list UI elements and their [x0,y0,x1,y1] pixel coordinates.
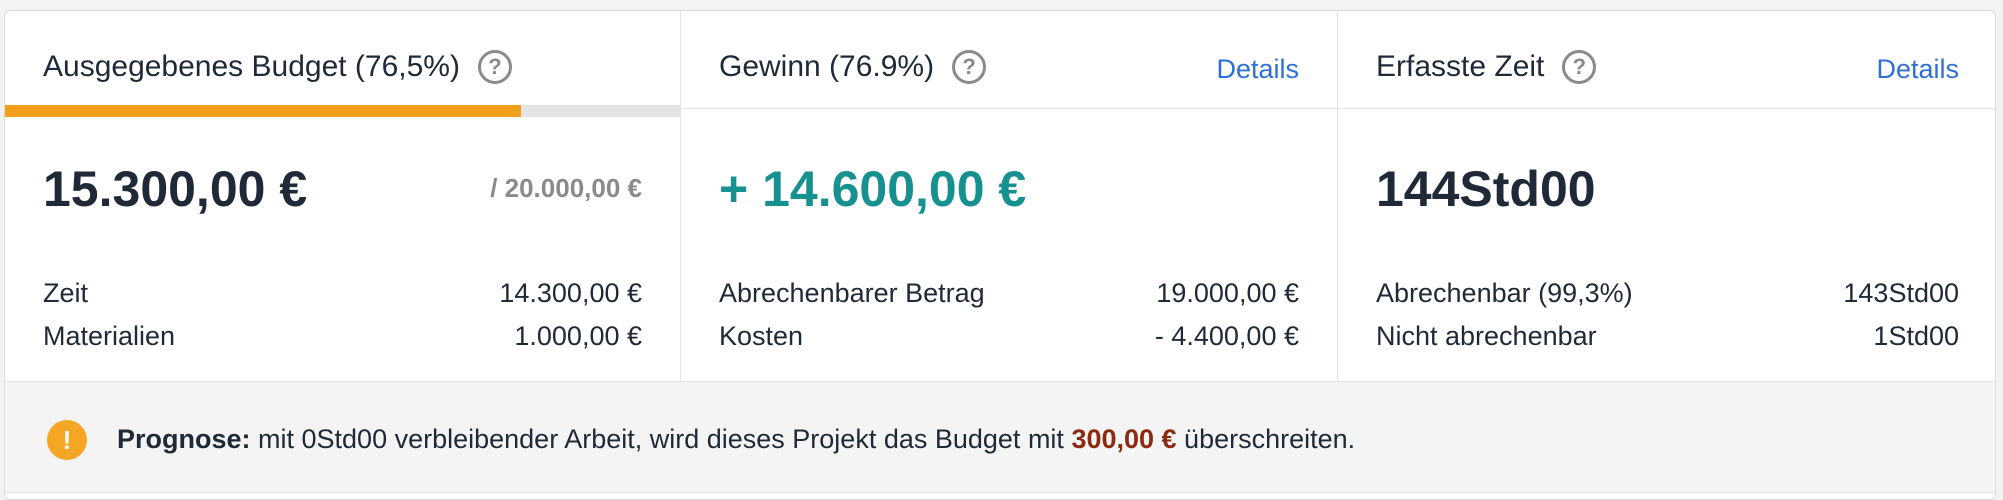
forecast-alert: ! Prognose: mit 0Std00 verbleibender Arb… [5,381,1995,493]
time-title: Erfasste Zeit ? [1376,47,1597,87]
profit-header: Gewinn (76.9%) ? Details [681,11,1337,109]
profit-row-billable: Abrechenbarer Betrag 19.000,00 € [719,273,1299,313]
budget-title-text: Ausgegebenes Budget (76,5%) [43,50,460,83]
budget-row-value: 1.000,00 € [514,321,642,351]
forecast-amount: 300,00 € [1071,424,1177,454]
forecast-label: Prognose: [117,424,251,454]
profit-row-label: Abrechenbarer Betrag [719,278,985,308]
profit-title: Gewinn (76.9%) ? [719,47,987,87]
help-icon[interactable]: ? [1562,50,1597,84]
time-title-text: Erfasste Zeit [1376,50,1545,83]
time-row-label: Abrechenbar (99,3%) [1376,278,1633,308]
time-row-value: 143Std00 [1843,278,1959,308]
time-row-label: Nicht abrechenbar [1376,321,1597,351]
time-total: 144Std00 [1376,161,1596,217]
time-row-value: 1Std00 [1873,321,1959,351]
profit-amount: + 14.600,00 € [719,161,1027,217]
budget-row-label: Materialien [43,321,176,351]
budget-title: Ausgegebenes Budget (76,5%) ? [43,47,512,87]
forecast-text-after: überschreiten. [1176,424,1356,454]
time-header: Erfasste Zeit ? Details [1338,11,1995,109]
help-icon[interactable]: ? [477,50,512,84]
profit-row-costs: Kosten - 4.400,00 € [719,316,1299,356]
budget-row-materials: Materialien 1.000,00 € [43,316,642,356]
profit-title-text: Gewinn (76.9%) [719,50,935,83]
profit-panel: Gewinn (76.9%) ? Details + 14.600,00 € A… [680,11,1337,381]
budget-row-time: Zeit 14.300,00 € [43,273,642,313]
budget-progress-fill [5,105,522,117]
time-row-billable: Abrechenbar (99,3%) 143Std00 [1376,273,1959,313]
budget-total: / 20.000,00 € [490,173,642,203]
profit-row-value: 19.000,00 € [1156,278,1299,308]
help-icon[interactable]: ? [952,50,987,84]
forecast-text: Prognose: mit 0Std00 verbleibender Arbei… [117,419,1355,459]
time-panel: Erfasste Zeit ? Details 144Std00 Abreche… [1337,11,1995,381]
profit-details-link[interactable]: Details [1216,53,1299,85]
forecast-text-before: mit 0Std00 verbleibender Arbeit, wird di… [250,424,1072,454]
profit-row-label: Kosten [719,321,804,351]
budget-progress-bar [5,105,680,117]
time-details-link[interactable]: Details [1876,53,1959,85]
budget-header: Ausgegebenes Budget (76,5%) ? [5,11,680,109]
budget-row-value: 14.300,00 € [499,278,642,308]
budget-panel: Ausgegebenes Budget (76,5%) ? 15.300,00 … [5,11,680,381]
warning-icon: ! [47,420,87,460]
profit-row-value: - 4.400,00 € [1154,321,1299,351]
project-summary-card: Ausgegebenes Budget (76,5%) ? 15.300,00 … [4,10,1996,500]
budget-spent: 15.300,00 € [43,161,308,217]
time-row-nonbillable: Nicht abrechenbar 1Std00 [1376,316,1959,356]
budget-row-label: Zeit [43,278,89,308]
